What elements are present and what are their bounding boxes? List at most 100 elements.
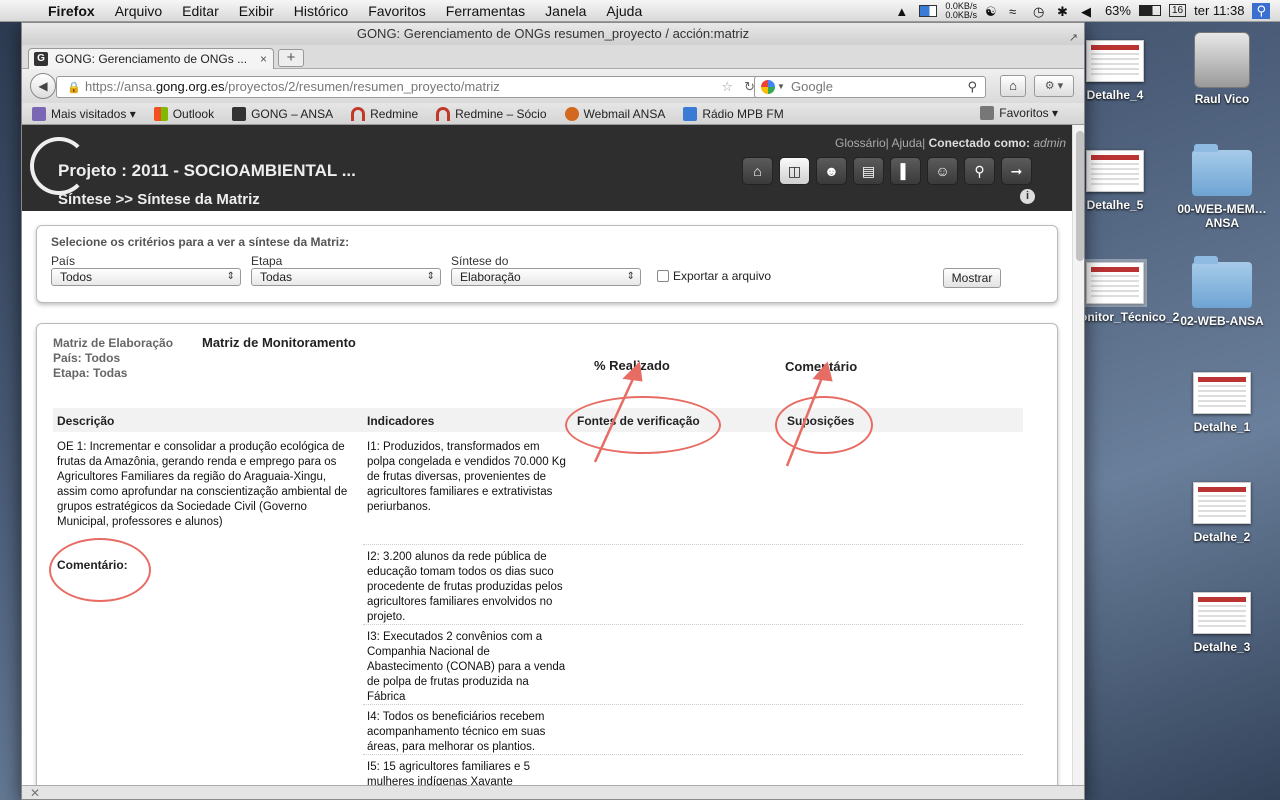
search-icon[interactable]: ⚲ [967, 77, 977, 97]
row-divider [363, 544, 1023, 545]
column-comentario: Comentário [785, 359, 858, 374]
url-bar[interactable]: 🔒 https://ansa.gong.org.es/proyectos/2/r… [56, 76, 768, 98]
vertical-scrollbar[interactable] [1072, 125, 1084, 785]
header-indicadores: Indicadores [367, 414, 435, 428]
scrollbar-thumb[interactable] [1076, 131, 1084, 261]
menu-clock[interactable]: ter 11:38 [1194, 3, 1244, 18]
menu-favoritos[interactable]: Favoritos [358, 3, 436, 19]
chevron-down-icon[interactable]: ▼ [777, 77, 785, 97]
row-divider [363, 754, 1023, 755]
folder-icon [1192, 144, 1252, 196]
close-tab-icon[interactable]: × [260, 49, 267, 69]
matrix-etapa: Etapa: Todas [53, 366, 128, 380]
mostrar-button[interactable]: Mostrar [943, 268, 1001, 288]
row-divider [363, 624, 1023, 625]
export-label[interactable]: Exportar a arquivo [673, 269, 771, 283]
close-addon-bar-icon[interactable]: ✕ [30, 786, 40, 799]
menu-ferramentas[interactable]: Ferramentas [436, 3, 535, 19]
window-titlebar[interactable]: GONG: Gerenciamento de ONGs resumen_proy… [22, 23, 1084, 45]
google-icon[interactable] [761, 80, 775, 94]
desktop-icon-00-web-mem-ansa[interactable]: 00-WEB-MEM…ANSA [1177, 144, 1267, 230]
key-icon[interactable]: ⚲ [964, 157, 995, 185]
spotlight-icon[interactable]: ⚲ [1252, 2, 1270, 19]
search-input[interactable]: ▼ Google ⚲ [754, 76, 986, 98]
battery-percent[interactable]: 63% [1105, 3, 1131, 18]
desktop-icon-detalhe-2[interactable]: Detalhe_2 [1177, 482, 1267, 544]
pais-select[interactable]: Todos [51, 268, 241, 286]
screenshot-thumbnail-icon [1193, 482, 1251, 524]
sintese-select[interactable]: Elaboração [451, 268, 641, 286]
clock-sync-icon[interactable]: ◷ [1033, 4, 1049, 19]
bookmark-redmine-socio[interactable]: Redmine – Sócio [436, 106, 547, 121]
folder-icon [1192, 256, 1252, 308]
browser-tab[interactable]: G GONG: Gerenciamento de ONGs ... × [28, 48, 274, 70]
table-row: I4: Todos os beneficiários recebem acomp… [367, 711, 546, 753]
desktop-icon-detalhe-3[interactable]: Detalhe_3 [1177, 592, 1267, 654]
menu-historico[interactable]: Histórico [284, 3, 358, 19]
tab-matriz-elaboracao[interactable]: Matriz de Elaboração [53, 336, 173, 350]
bookmark-star-icon[interactable]: ☆ [721, 77, 733, 97]
tab-matriz-monitoramento[interactable]: Matriz de Monitoramento [202, 335, 356, 350]
annotation-oval [565, 396, 721, 454]
filter-title: Selecione os critérios para a ver a sínt… [51, 235, 350, 249]
bookmark-outlook[interactable]: Outlook [153, 106, 214, 121]
export-checkbox[interactable] [657, 270, 669, 282]
users-icon[interactable]: ☺ [927, 157, 958, 185]
ajuda-link[interactable]: Ajuda [891, 136, 922, 150]
bookmark-webmail-ansa[interactable]: Webmail ANSA [564, 106, 665, 121]
project-title: Projeto : 2011 - SOCIOAMBIENTAL ... [58, 161, 356, 180]
bookmark-radio-mpb[interactable]: Rádio MPB FM [683, 106, 784, 121]
bookmark-redmine[interactable]: Redmine [351, 106, 418, 121]
info-icon[interactable]: i [1020, 189, 1035, 204]
menumeters-icon[interactable] [919, 4, 938, 17]
home-icon[interactable]: ⌂ [742, 157, 773, 185]
screenshot-thumbnail-icon [1086, 40, 1144, 82]
search-placeholder: Google [791, 79, 833, 94]
menu-editar[interactable]: Editar [172, 3, 229, 19]
desktop-icon-detalhe-1[interactable]: Detalhe_1 [1177, 372, 1267, 434]
etapa-label: Etapa [251, 254, 283, 268]
bookmark-mais-visitados[interactable]: Mais visitados ▾ [32, 106, 136, 121]
desktop-icon-raul-vico[interactable]: Raul Vico [1177, 32, 1267, 106]
bookmarks-menu-favoritos[interactable]: Favoritos ▾ [980, 106, 1058, 120]
bookmark-gong-ansa[interactable]: GONG – ANSA [232, 106, 333, 121]
screenshot-thumbnail-icon [1086, 150, 1144, 192]
menu-app[interactable]: Firefox [38, 3, 105, 19]
username[interactable]: admin [1033, 136, 1066, 150]
lock-icon[interactable]: 🔒 [67, 78, 81, 98]
new-tab-button[interactable]: + [278, 49, 304, 67]
connected-as-label: Conectado como: [928, 136, 1030, 150]
menu-janela[interactable]: Janela [535, 3, 596, 19]
etapa-select[interactable]: Todas [251, 268, 441, 286]
tab-bar: G GONG: Gerenciamento de ONGs ... × + [22, 45, 1084, 70]
column-realizado: % Realizado [594, 358, 670, 373]
logout-icon[interactable]: ➞ [1001, 157, 1032, 185]
pais-label: País [51, 254, 76, 268]
bluetooth-icon[interactable]: ✱ [1057, 4, 1073, 19]
battery-icon[interactable] [1138, 5, 1161, 16]
browser-window: GONG: Gerenciamento de ONGs resumen_proy… [21, 22, 1085, 800]
wifi-icon[interactable]: ≈ [1009, 4, 1025, 19]
menu-arquivo[interactable]: Arquivo [105, 3, 172, 19]
database-icon[interactable]: ◫ [779, 157, 810, 185]
folder-icon [32, 106, 46, 121]
redmine-icon [436, 106, 451, 121]
book-icon[interactable]: ▤ [853, 157, 884, 185]
page-viewport: Glossário| Ajuda| Conectado como: admin … [22, 125, 1072, 785]
breadcrumb[interactable]: Síntese >> Síntese da Matriz [58, 191, 260, 208]
menu-exibir[interactable]: Exibir [229, 3, 284, 19]
back-button[interactable]: ◀ [30, 73, 56, 99]
glossario-link[interactable]: Glossário [835, 136, 886, 150]
bar-chart-icon[interactable]: ▌ [890, 157, 921, 185]
home-button[interactable]: ⌂ [1000, 75, 1026, 97]
volume-icon[interactable]: ◀ [1081, 4, 1097, 19]
menu-ajuda[interactable]: Ajuda [596, 3, 652, 19]
addon-button[interactable]: ⚙ ▾ [1034, 75, 1074, 97]
calendar-icon[interactable]: 16 [1168, 4, 1187, 17]
timemachine-icon[interactable]: ☯ [985, 4, 1001, 19]
screenshot-thumbnail-icon [1083, 259, 1147, 307]
user-icon[interactable]: ☻ [816, 157, 847, 185]
table-row: I1: Produzidos, transformados em polpa c… [367, 441, 566, 513]
desktop-icon-02-web-ansa[interactable]: 02-WEB-ANSA [1177, 256, 1267, 328]
spy-hat-icon[interactable]: ▲ [895, 4, 911, 19]
